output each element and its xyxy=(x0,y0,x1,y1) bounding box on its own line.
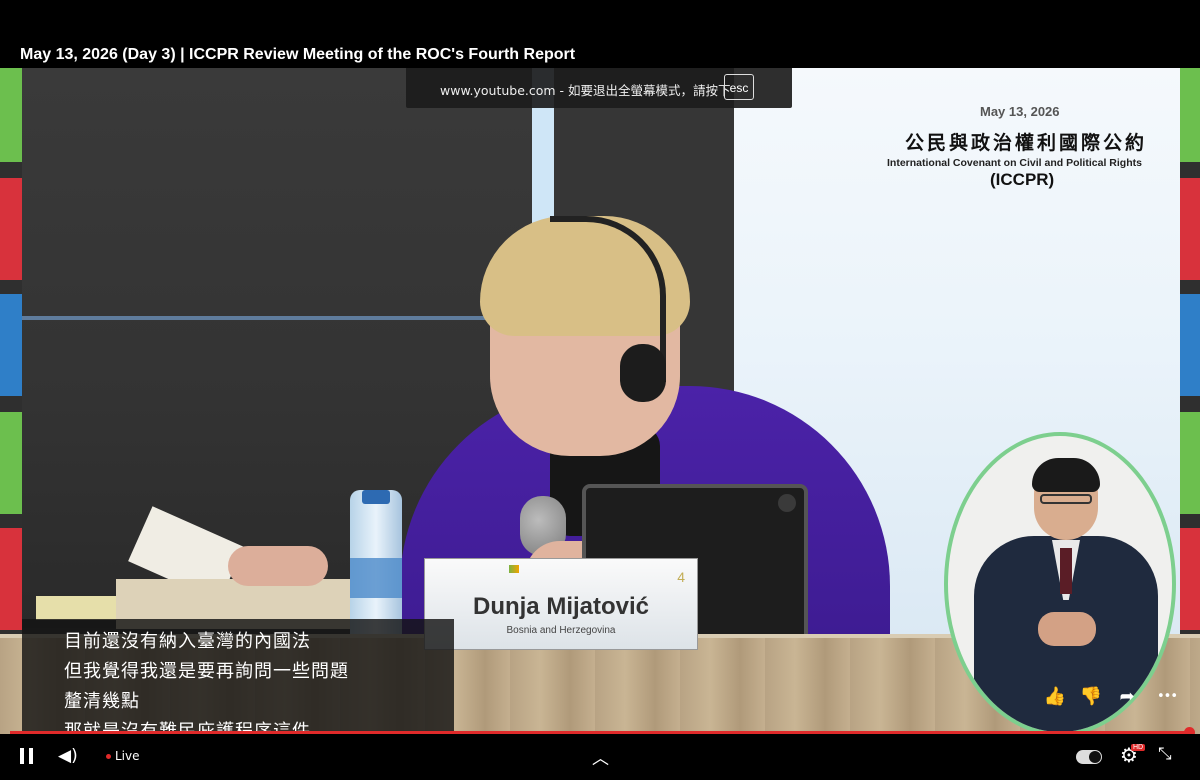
title-bar: May 13, 2026 (Day 3) | ICCPR Review Meet… xyxy=(0,0,1200,68)
nameplate: 4 Dunja Mijatović Bosnia and Herzegovina xyxy=(424,558,698,650)
pause-icon[interactable] xyxy=(20,748,34,764)
right-stripe-red xyxy=(1180,178,1200,280)
autoplay-toggle[interactable] xyxy=(1076,750,1102,764)
action-bar: 👍 👎 ➦ ••• xyxy=(1040,680,1192,714)
nameplate-number: 4 xyxy=(677,569,685,585)
chevron-up-icon[interactable]: ︿ xyxy=(592,744,609,769)
interpreter-tie xyxy=(1060,548,1072,594)
live-dot-icon xyxy=(106,754,111,759)
left-stripe-green-2 xyxy=(0,412,22,514)
bottle-cap xyxy=(362,490,390,504)
screen-title-zh: 公民與政治權利國際公約 xyxy=(905,132,1148,154)
glasses-icon xyxy=(1040,494,1092,504)
fullscreen-notice: www.youtube.com - 如要退出全螢幕模式，請按下 esc xyxy=(406,68,792,108)
subtitle-box: 目前還沒有納入臺灣的內國法 但我覺得我還是要再詢問一些問題 釐清幾點 那就是沒有… xyxy=(22,619,454,742)
right-stripe-red-2 xyxy=(1180,528,1200,630)
interpreter-hair xyxy=(1032,458,1100,492)
right-stripe-green xyxy=(1180,68,1200,162)
nameplate-logo-icon xyxy=(509,565,519,573)
nameplate-country: Bosnia and Herzegovina xyxy=(506,625,616,636)
nameplate-name: Dunja Mijatović xyxy=(472,593,650,620)
exit-fullscreen-icon[interactable]: ⤡ xyxy=(1158,744,1172,764)
video-title: May 13, 2026 (Day 3) | ICCPR Review Meet… xyxy=(20,46,576,63)
bottle-label xyxy=(350,558,402,598)
notepad xyxy=(36,596,116,620)
screen-date: May 13, 2026 xyxy=(980,104,1060,119)
screen-abbr: (ICCPR) xyxy=(990,170,1055,189)
like-icon[interactable]: 👍 xyxy=(1040,680,1070,714)
volume-icon[interactable]: ◀) xyxy=(58,746,78,766)
video-frame[interactable]: May 13, 2026 公民與政治權利國際公約 International C… xyxy=(0,68,1200,744)
player-controls: ◀) Live ︿ ⚙ HD ⤡ xyxy=(0,734,1200,780)
subtitle-line: 釐清幾點 xyxy=(64,691,140,712)
fullscreen-notice-text: www.youtube.com - 如要退出全螢幕模式，請按下 xyxy=(440,83,731,98)
live-label[interactable]: Live xyxy=(115,749,140,763)
right-stripe-blue xyxy=(1180,294,1200,396)
speaker-left-hand xyxy=(228,546,328,586)
subtitle-line: 目前還沒有納入臺灣的內國法 xyxy=(64,631,311,652)
dislike-icon[interactable]: 👎 xyxy=(1076,680,1106,714)
hd-badge: HD xyxy=(1131,744,1146,751)
left-stripe-blue xyxy=(0,294,22,396)
headphone-icon xyxy=(620,344,666,402)
interpreter-hands xyxy=(1038,612,1096,646)
left-stripe-green xyxy=(0,68,22,162)
share-icon[interactable]: ➦ xyxy=(1112,680,1142,714)
screen-title-en: International Covenant on Civil and Poli… xyxy=(887,157,1142,169)
left-stripe-red xyxy=(0,178,22,280)
tablet-camera-icon xyxy=(778,494,796,512)
subtitle-line: 但我覺得我還是要再詢問一些問題 xyxy=(64,661,349,682)
esc-key: esc xyxy=(724,74,754,100)
more-icon[interactable]: ••• xyxy=(1152,680,1182,714)
left-stripe-red-2 xyxy=(0,528,22,630)
right-stripe-green-2 xyxy=(1180,412,1200,514)
